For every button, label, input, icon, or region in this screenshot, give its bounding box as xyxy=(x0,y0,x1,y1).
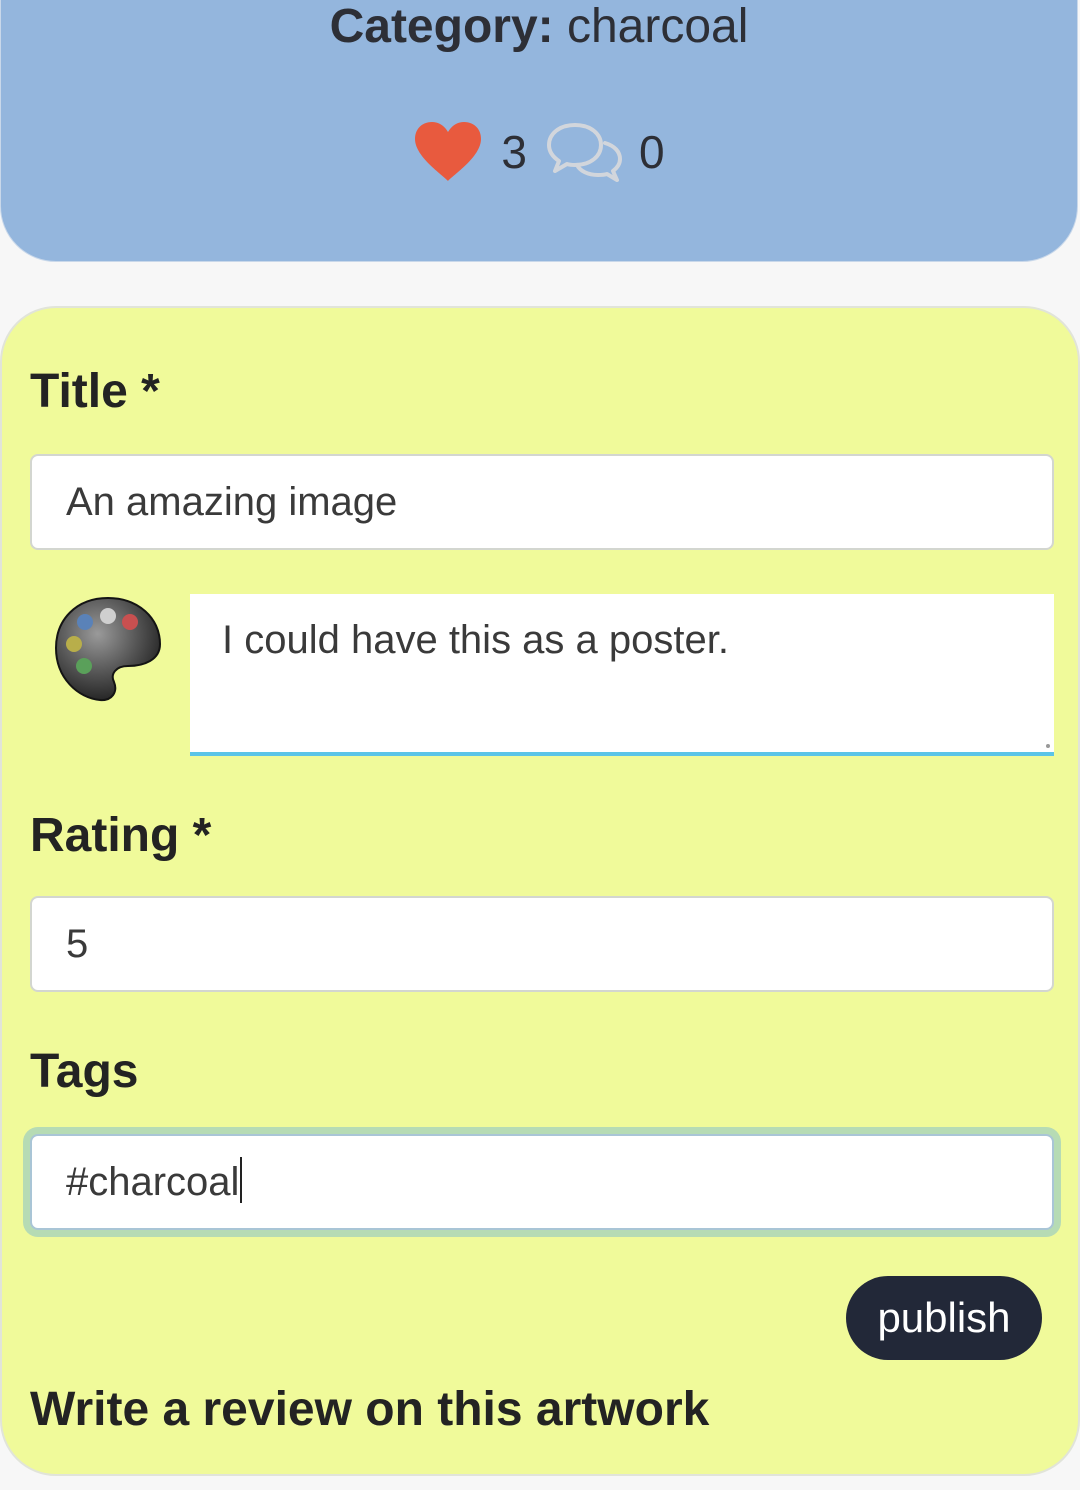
review-heading: Write a review on this artwork xyxy=(30,1383,710,1436)
resize-handle[interactable] xyxy=(1046,744,1050,748)
text-caret xyxy=(240,1157,243,1203)
heart-icon[interactable] xyxy=(413,121,483,183)
comment-text: I could have this as a poster. xyxy=(222,618,729,662)
rating-label: Rating * xyxy=(30,809,212,862)
tags-label: Tags xyxy=(30,1045,139,1098)
like-count: 3 xyxy=(501,126,527,178)
title-label: Title * xyxy=(30,365,160,418)
rating-input[interactable]: 5 xyxy=(30,896,1054,992)
publish-button[interactable]: publish xyxy=(846,1276,1042,1360)
comment-bubbles-icon[interactable] xyxy=(545,121,623,183)
stats-row: 3 0 xyxy=(1,121,1077,183)
category-value: charcoal xyxy=(566,0,749,53)
artwork-info-card: Category: charcoal 3 0 xyxy=(0,0,1078,262)
review-form-card: Title * An amazing image I could have th… xyxy=(0,306,1080,1476)
title-input[interactable]: An amazing image xyxy=(30,454,1054,550)
palette-avatar xyxy=(52,594,164,706)
tags-input[interactable]: #charcoal xyxy=(30,1134,1054,1230)
category-line: Category: charcoal xyxy=(1,0,1077,55)
comment-count: 0 xyxy=(639,126,665,178)
tags-value: #charcoal xyxy=(66,1160,240,1204)
category-label: Category: xyxy=(329,0,554,53)
comment-textarea[interactable]: I could have this as a poster. xyxy=(190,594,1054,756)
